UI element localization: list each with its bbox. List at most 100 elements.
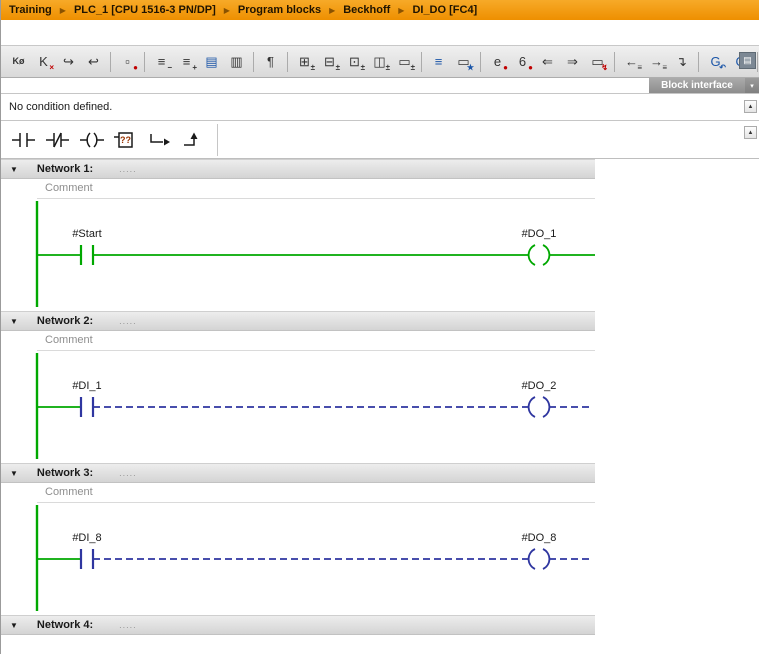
network-section-2: ▼ Network 2: ..... Comment #DI_1 #DO_2 [1, 311, 595, 463]
open-all-networks-icon[interactable]: ≡− [150, 50, 173, 73]
open-branch-button[interactable] [143, 125, 177, 155]
favorites-separator [217, 124, 218, 156]
network-comment-row[interactable]: Comment [1, 331, 595, 351]
symbol-information-icon[interactable]: ≡ [427, 50, 450, 73]
insert-empty-box-icon[interactable]: ▫● [116, 50, 139, 73]
operand-info-icon[interactable]: ▤ [200, 50, 223, 73]
insert-lad-element-icon[interactable]: ⊞± [293, 50, 316, 73]
outdent-icon[interactable]: ↩ [82, 50, 105, 73]
toolbar-separator [480, 52, 481, 72]
breadcrumb-item-folder[interactable]: Beckhoff [343, 4, 390, 16]
chevron-right-icon: ▶ [329, 6, 335, 15]
block-interface-row: Block interface ▾ [1, 78, 759, 94]
condition-bar: No condition defined. ▲ [1, 94, 759, 121]
chevron-right-icon: ▶ [398, 6, 404, 15]
toolbar-separator [698, 52, 699, 72]
nc-contact-button[interactable] [41, 125, 75, 155]
collapse-triangle-icon[interactable]: ▼ [10, 317, 18, 326]
toolbar-separator [757, 52, 758, 72]
close-branch-button[interactable] [177, 125, 211, 155]
chevron-down-icon[interactable]: ▾ [745, 78, 759, 93]
breadcrumb-item-program-blocks[interactable]: Program blocks [238, 4, 321, 16]
condition-text: No condition defined. [9, 101, 112, 113]
block-interface-tab[interactable]: Block interface [649, 78, 745, 93]
comment-placeholder[interactable]: Comment [45, 334, 93, 346]
breadcrumb: Training ▶ PLC_1 [CPU 1516-3 PN/DP] ▶ Pr… [1, 0, 759, 20]
breadcrumb-item-block[interactable]: DI_DO [FC4] [412, 4, 477, 16]
ladder-rung[interactable]: #Start #DO_1 [1, 199, 601, 311]
next-error-icon[interactable]: →≡ [645, 50, 668, 73]
absolute-operands-icon[interactable]: Kø [7, 50, 30, 73]
network-comment-row[interactable]: Comment [1, 179, 595, 199]
comment-divider [37, 198, 595, 199]
previous-error-icon[interactable]: ←≡ [620, 50, 643, 73]
network-label: Network 3: [37, 467, 93, 479]
network-title-placeholder[interactable]: ..... [119, 468, 137, 478]
network-titles-icon[interactable]: ▥ [225, 50, 248, 73]
network-header[interactable]: ▼ Network 1: ..... [1, 159, 595, 179]
goto-network-icon[interactable]: ↴ [670, 50, 693, 73]
network-header[interactable]: ▼ Network 3: ..... [1, 463, 595, 483]
ladder-rung[interactable]: #DI_1 #DO_2 [1, 351, 601, 463]
insert-rung-icon[interactable]: ◫± [368, 50, 391, 73]
comment-placeholder[interactable]: Comment [45, 486, 93, 498]
contact-operand[interactable]: #DI_8 [72, 532, 101, 544]
toolbar-separator [253, 52, 254, 72]
collapse-triangle-icon[interactable]: ▼ [10, 165, 18, 174]
free-form-comments-icon[interactable]: ▭★ [452, 50, 475, 73]
coil-operand[interactable]: #DO_2 [522, 380, 557, 392]
contact-operand[interactable]: #DI_1 [72, 380, 101, 392]
svg-text:??: ?? [120, 135, 131, 145]
coil-button[interactable] [75, 125, 109, 155]
breadcrumb-item-project[interactable]: Training [9, 4, 52, 16]
coil-operand[interactable]: #DO_8 [522, 532, 557, 544]
insert-operand-icon[interactable]: ⊟± [318, 50, 341, 73]
network-section-4: ▼ Network 4: ..... [1, 615, 595, 646]
comment-divider [37, 350, 595, 351]
empty-box-button[interactable]: ?? [109, 125, 143, 155]
collapse-triangle-icon[interactable]: ▼ [10, 469, 18, 478]
network-section-1: ▼ Network 1: ..... Comment #Start #DO_1 [1, 159, 595, 311]
empty-box-icon: ?? [113, 131, 139, 149]
goto-previous-usage-icon[interactable]: ⇐ [536, 50, 559, 73]
coil-icon [79, 131, 105, 149]
ladder-rung[interactable]: #DI_8 #DO_8 [1, 503, 601, 615]
comment-placeholder[interactable]: Comment [45, 182, 93, 194]
breadcrumb-item-plc[interactable]: PLC_1 [CPU 1516-3 PN/DP] [74, 4, 216, 16]
consistency-check-icon[interactable]: e● [486, 50, 509, 73]
collapse-triangle-icon[interactable]: ▼ [10, 621, 18, 630]
network-section-3: ▼ Network 3: ..... Comment #DI_8 #DO_8 [1, 463, 595, 615]
delete-symbols-icon[interactable]: K× [32, 50, 55, 73]
contact-operand[interactable]: #Start [72, 228, 101, 240]
indent-icon[interactable]: ↪ [57, 50, 80, 73]
collapse-panel-icon[interactable]: ▲ [744, 100, 757, 113]
nc-contact-icon [45, 131, 71, 149]
network-header[interactable]: ▼ Network 4: ..... [1, 615, 595, 635]
network-title-placeholder[interactable]: ..... [119, 620, 137, 630]
network-comments-icon[interactable]: ¶ [259, 50, 282, 73]
previous-point-of-use-icon[interactable]: G↶ [704, 50, 727, 73]
network-header[interactable]: ▼ Network 2: ..... [1, 311, 595, 331]
no-contact-button[interactable] [7, 125, 41, 155]
toolbar-separator [110, 52, 111, 72]
close-all-networks-icon[interactable]: ≡+ [175, 50, 198, 73]
toolbar-separator [614, 52, 615, 72]
update-block-calls-icon[interactable]: 6● [511, 50, 534, 73]
network-title-placeholder[interactable]: ..... [119, 164, 137, 174]
detach-editor-icon[interactable]: ▤ [739, 52, 756, 69]
editor-spacer [1, 20, 759, 45]
refresh-block-icon[interactable]: ▭↯ [586, 50, 609, 73]
network-comment-row[interactable]: Comment [1, 483, 595, 503]
coil-operand[interactable]: #DO_1 [522, 228, 557, 240]
toolbar-separator [421, 52, 422, 72]
goto-next-usage-icon[interactable]: ⇒ [561, 50, 584, 73]
insert-branch-icon[interactable]: ⊡± [343, 50, 366, 73]
network-title-placeholder[interactable]: ..... [119, 316, 137, 326]
insert-network-icon[interactable]: ▭± [393, 50, 416, 73]
network-label: Network 2: [37, 315, 93, 327]
comment-divider [37, 502, 595, 503]
network-label: Network 4: [37, 619, 93, 631]
collapse-panel-icon[interactable]: ▲ [744, 126, 757, 139]
favorites-bar: ?? ▲ [1, 121, 759, 159]
lad-editor-window: Training ▶ PLC_1 [CPU 1516-3 PN/DP] ▶ Pr… [0, 0, 759, 654]
